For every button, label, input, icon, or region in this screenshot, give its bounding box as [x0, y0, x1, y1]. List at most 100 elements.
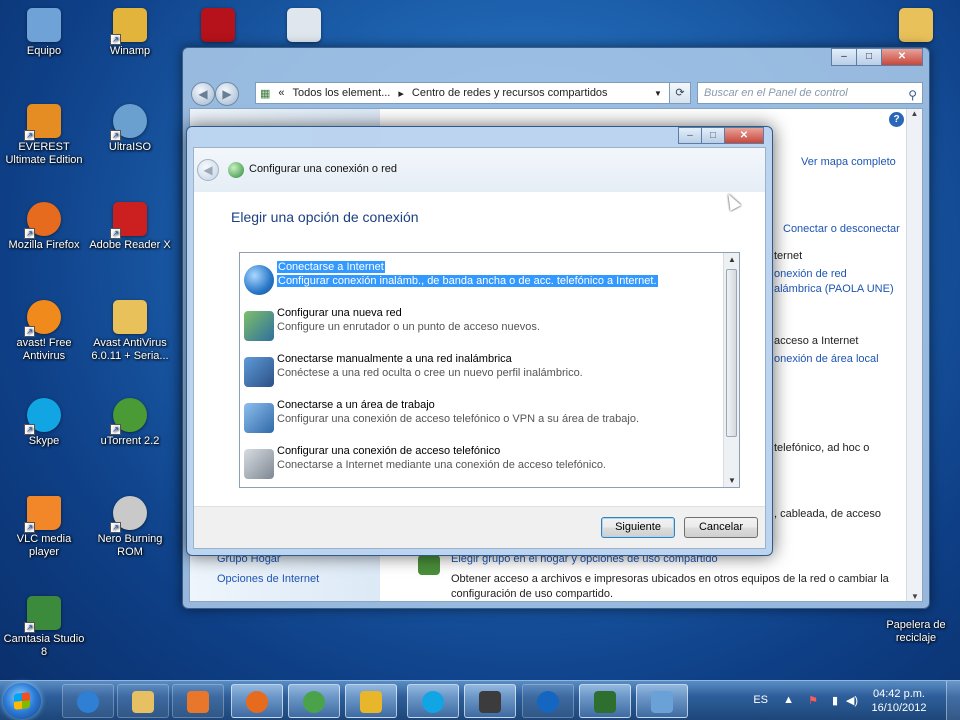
volume-icon[interactable]: ◀)	[846, 694, 858, 707]
search-icon[interactable]: ⚲	[908, 85, 917, 105]
taskbar-item-outlook[interactable]	[345, 684, 397, 718]
taskbar-item-internet-explorer[interactable]	[62, 684, 114, 718]
network-icon[interactable]: ▮	[832, 694, 838, 707]
taskbar-item-messenger[interactable]	[288, 684, 340, 718]
desktop-icon-folder-right[interactable]	[874, 8, 958, 45]
option-description: Configure un enrutador o un punto de acc…	[277, 321, 540, 333]
desktop-icon-skype[interactable]: ↗ Skype	[2, 398, 86, 448]
option-acceso-telefonico[interactable]: Configurar una conexión de acceso telefó…	[240, 443, 724, 487]
skype-icon	[422, 691, 444, 713]
action-center-icon[interactable]: ⚑	[808, 694, 818, 707]
breadcrumb-separator[interactable]: ▸	[398, 87, 404, 100]
chevron-down-icon[interactable]: ▼	[654, 89, 662, 98]
close-button[interactable]: ✕	[724, 127, 764, 144]
vertical-scrollbar[interactable]: ▲ ▼	[906, 109, 922, 601]
desktop-icon-label: Adobe Reader X	[89, 239, 171, 251]
option-area-trabajo[interactable]: Conectarse a un área de trabajo Configur…	[240, 397, 724, 443]
link-conectar-desconectar[interactable]: Conectar o desconectar	[783, 223, 900, 235]
desktop-icon-avast[interactable]: ↗ avast! Free Antivirus	[2, 300, 86, 363]
show-desktop-button[interactable]	[946, 681, 960, 720]
desktop-icon-winamp[interactable]: ↗ Winamp	[88, 8, 172, 58]
scroll-down-arrow[interactable]: ▼	[724, 476, 739, 485]
search-input[interactable]: Buscar en el Panel de control ⚲	[697, 82, 923, 104]
desktop-icon-avast-folder[interactable]: Avast AntiVirus 6.0.11 + Seria...	[88, 300, 172, 363]
address-bar[interactable]: ▦ « Todos los element... ▸ Centro de red…	[255, 82, 689, 104]
scroll-up-arrow[interactable]: ▲	[724, 255, 739, 264]
dialog-title: Configurar una conexión o red	[249, 163, 397, 175]
taskbar-item-media-player[interactable]	[172, 684, 224, 718]
link-opciones-internet[interactable]: Opciones de Internet	[217, 573, 319, 585]
option-nueva-red[interactable]: Configurar una nueva red Configure un en…	[240, 305, 724, 351]
taskbar-item-control-panel[interactable]	[636, 684, 688, 718]
option-description: Conéctese a una red oculta o cree un nue…	[277, 367, 583, 379]
taskbar-item-camtasia-recorder[interactable]	[464, 684, 516, 718]
workplace-icon	[244, 403, 274, 433]
option-red-inalambrica[interactable]: Conectarse manualmente a una red inalámb…	[240, 351, 724, 397]
taskbar-item-firefox[interactable]	[231, 684, 283, 718]
minimize-button[interactable]: –	[831, 48, 857, 66]
link-inalambrica[interactable]: alámbrica (PAOLA UNE)	[774, 283, 894, 295]
camtasia-recorder-icon	[479, 691, 501, 713]
desktop-icon-vlc[interactable]: ↗ VLC media player	[2, 496, 86, 559]
back-button[interactable]: ◀	[197, 159, 219, 181]
desktop-icon-equipo[interactable]: Equipo	[2, 8, 86, 58]
desktop-icon-ultraiso[interactable]: ↗ UltraISO	[88, 104, 172, 154]
dialog-footer: Siguiente Cancelar	[194, 506, 765, 548]
homegroup-desc-line2: configuración de uso compartido.	[451, 588, 614, 600]
show-hidden-icons[interactable]: ▲	[783, 694, 794, 706]
desktop-icon-camtasia[interactable]: ↗ Camtasia Studio 8	[2, 596, 86, 659]
scroll-down-arrow[interactable]: ▼	[907, 592, 923, 601]
breadcrumb-network-center[interactable]: Centro de redes y recursos compartidos	[412, 87, 608, 99]
help-icon[interactable]: ?	[889, 112, 904, 127]
taskbar-item-camtasia[interactable]	[579, 684, 631, 718]
desktop-icon-label: Papelera de reciclaje	[886, 619, 946, 644]
taskbar-item-file-explorer[interactable]	[117, 684, 169, 718]
clock[interactable]: 04:42 p.m. 16/10/2012	[868, 687, 930, 715]
homegroup-desc-line1: Obtener acceso a archivos e impresoras u…	[451, 573, 889, 585]
start-button[interactable]	[3, 683, 41, 719]
folder-icon	[899, 8, 933, 42]
next-button[interactable]: Siguiente	[601, 517, 675, 538]
scroll-thumb[interactable]	[726, 269, 737, 437]
maximize-button[interactable]: □	[856, 48, 882, 66]
language-indicator[interactable]: ES	[753, 694, 768, 706]
close-button[interactable]: ✕	[881, 48, 923, 66]
back-button[interactable]: ◀	[191, 82, 215, 106]
link-conexion-area-local[interactable]: onexión de área local	[774, 353, 879, 365]
camtasia-icon	[594, 691, 616, 713]
desktop-icon-adobe-reader[interactable]: ↗ Adobe Reader X	[88, 202, 172, 252]
media-player-icon	[187, 691, 209, 713]
outlook-icon	[360, 691, 382, 713]
desktop-icon-nero[interactable]: ↗ Nero Burning ROM	[88, 496, 172, 559]
computer-icon	[27, 8, 61, 42]
link-ver-mapa-completo[interactable]: Ver mapa completo	[801, 156, 896, 168]
desktop-icon-everest[interactable]: ↗ EVEREST Ultimate Edition	[2, 104, 86, 167]
taskbar-item-skype[interactable]	[407, 684, 459, 718]
list-scrollbar[interactable]: ▲ ▼	[723, 253, 739, 487]
link-conexion-red[interactable]: onexión de red	[774, 268, 847, 280]
connect-network-desc: , cableada, de acceso	[774, 508, 882, 520]
clock-date: 16/10/2012	[871, 702, 927, 714]
address-chevron[interactable]: «	[278, 87, 284, 99]
desktop-icon-label: avast! Free Antivirus	[16, 337, 72, 362]
maximize-button: □	[701, 127, 725, 144]
breadcrumb-all-items[interactable]: Todos los element...	[293, 87, 391, 99]
option-description: Configurar una conexión de acceso telefó…	[277, 413, 640, 425]
desktop-icon-label: Avast AntiVirus 6.0.11 + Seria...	[91, 337, 169, 362]
option-conectarse-internet[interactable]: Conectarse a Internet Configurar conexió…	[240, 259, 724, 305]
desktop-icon-label: VLC media player	[16, 533, 72, 558]
camtasia-icon: ↗	[24, 596, 61, 633]
desktop-icon-firefox[interactable]: ↗ Mozilla Firefox	[2, 202, 86, 252]
scroll-up-arrow[interactable]: ▲	[907, 109, 922, 118]
clock-time: 04:42 p.m.	[873, 688, 925, 700]
cancel-button[interactable]: Cancelar	[684, 517, 758, 538]
desktop-icon-label: Camtasia Studio 8	[3, 633, 85, 658]
desktop-icon-mcafee[interactable]	[176, 8, 260, 45]
desktop-icon-label: Mozilla Firefox	[8, 239, 80, 251]
refresh-button[interactable]: ⟳	[669, 82, 691, 104]
taskbar-item-teamviewer[interactable]	[522, 684, 574, 718]
forward-button[interactable]: ▶	[215, 82, 239, 106]
desktop-icon-cliente-serial[interactable]	[262, 8, 346, 45]
mcafee-icon	[201, 8, 235, 42]
desktop-icon-utorrent[interactable]: ↗ uTorrent 2.2	[88, 398, 172, 448]
